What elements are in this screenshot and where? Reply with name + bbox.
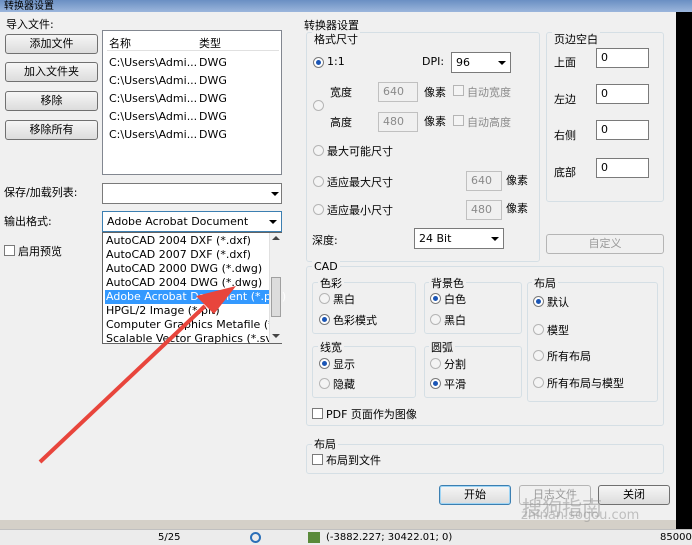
- pencil-icon[interactable]: [308, 532, 320, 543]
- zoom-icon[interactable]: [250, 532, 261, 543]
- watermark-url: zhinan.sogou.com: [521, 508, 640, 523]
- status-bar: 5/25 (-3882.227; 30422.01; 0) 85000: [0, 529, 692, 545]
- annotation-arrow: [38, 286, 236, 464]
- status-right-value: 85000: [660, 532, 692, 543]
- page-counter: 5/25: [158, 532, 181, 543]
- arrow-shaft: [38, 304, 207, 464]
- coordinates-readout: (-3882.227; 30422.01; 0): [326, 532, 453, 543]
